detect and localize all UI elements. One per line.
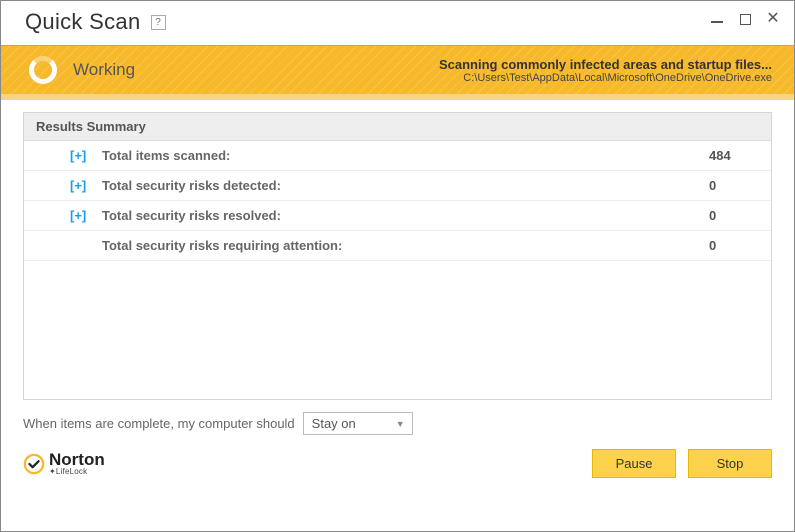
stop-button[interactable]: Stop (688, 449, 772, 478)
row-label: Total items scanned: (102, 148, 709, 163)
result-row: [+] Total security risks resolved: 0 (24, 201, 771, 231)
footer: Norton ✦LifeLock Pause Stop (1, 441, 794, 490)
maximize-icon (740, 14, 751, 25)
brand-name: Norton (49, 451, 105, 468)
row-label: Total security risks requiring attention… (102, 238, 709, 253)
row-label: Total security risks resolved: (102, 208, 709, 223)
minimize-button[interactable] (710, 12, 724, 26)
help-icon[interactable]: ? (151, 15, 166, 30)
pause-button[interactable]: Pause (592, 449, 676, 478)
chevron-down-icon: ▼ (396, 419, 405, 429)
results-header: Results Summary (24, 113, 771, 141)
results-panel: Results Summary [+] Total items scanned:… (23, 112, 772, 400)
minimize-icon (711, 21, 723, 23)
status-message-2: C:\Users\Test\AppData\Local\Microsoft\On… (439, 72, 772, 84)
maximize-button[interactable] (738, 12, 752, 26)
status-bar: Working Scanning commonly infected areas… (1, 45, 794, 100)
completion-selected: Stay on (312, 416, 356, 431)
brand-sub: ✦LifeLock (49, 468, 105, 476)
completion-select[interactable]: Stay on ▼ (303, 412, 413, 435)
footer-buttons: Pause Stop (592, 449, 772, 478)
row-value: 484 (709, 148, 759, 163)
expand-icon[interactable]: [+] (70, 178, 92, 193)
completion-options: When items are complete, my computer sho… (1, 400, 794, 441)
title-left: Quick Scan ? (25, 9, 166, 35)
brand-logo: Norton ✦LifeLock (23, 451, 105, 476)
row-value: 0 (709, 238, 759, 253)
expand-icon[interactable]: [+] (70, 208, 92, 223)
window-controls: ✕ (710, 12, 780, 26)
result-row: Total security risks requiring attention… (24, 231, 771, 261)
status-label: Working (73, 60, 135, 80)
status-message-1: Scanning commonly infected areas and sta… (439, 57, 772, 72)
row-value: 0 (709, 178, 759, 193)
close-button[interactable]: ✕ (766, 12, 780, 26)
spinner-icon (29, 56, 57, 84)
result-row: [+] Total items scanned: 484 (24, 141, 771, 171)
completion-label: When items are complete, my computer sho… (23, 416, 295, 431)
result-row: [+] Total security risks detected: 0 (24, 171, 771, 201)
close-icon: ✕ (766, 11, 779, 27)
status-left: Working (29, 56, 135, 84)
expand-icon[interactable]: [+] (70, 148, 92, 163)
status-right: Scanning commonly infected areas and sta… (439, 57, 772, 84)
row-value: 0 (709, 208, 759, 223)
title-bar: Quick Scan ? ✕ (1, 1, 794, 45)
checkmark-badge-icon (23, 453, 45, 475)
row-label: Total security risks detected: (102, 178, 709, 193)
brand-text: Norton ✦LifeLock (49, 451, 105, 476)
window-title: Quick Scan (25, 9, 141, 35)
